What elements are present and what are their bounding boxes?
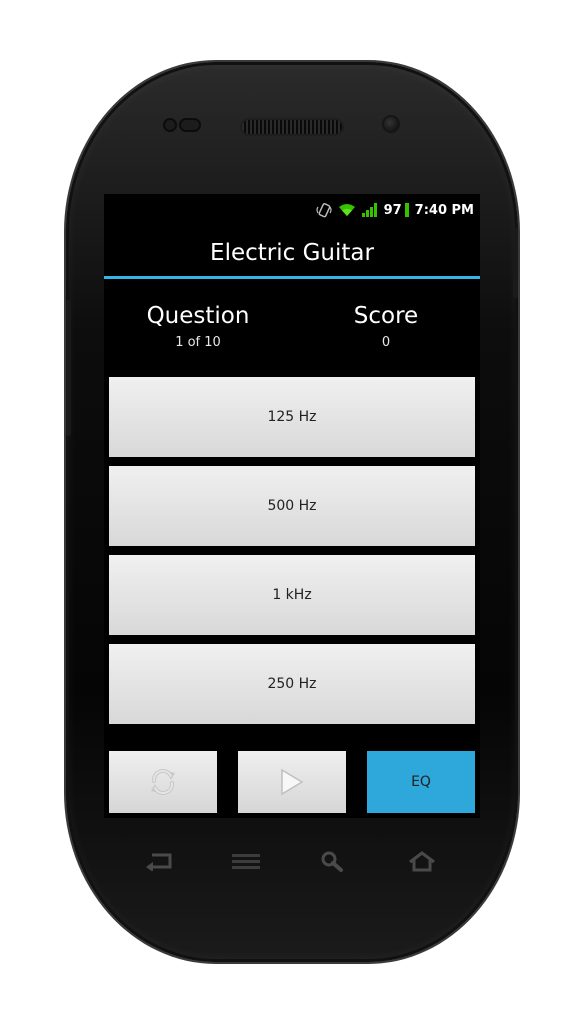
title-divider [104, 276, 480, 279]
proximity-sensor [165, 120, 175, 130]
front-camera [384, 117, 398, 131]
refresh-icon [151, 769, 175, 795]
light-sensor [181, 120, 199, 130]
status-bar: 97 7:40 PM [104, 194, 480, 224]
app-screen: 97 7:40 PM Electric Guitar Question 1 of… [104, 194, 480, 818]
score-panel: Score 0 [292, 302, 480, 352]
question-value: 1 of 10 [175, 335, 221, 350]
menu-key[interactable] [228, 848, 264, 874]
back-key[interactable] [141, 848, 177, 874]
answer-button-2[interactable]: 500 Hz [109, 466, 475, 546]
vibrate-icon [315, 203, 332, 218]
play-button[interactable] [238, 751, 346, 813]
answer-button-4[interactable]: 250 Hz [109, 644, 475, 724]
question-panel: Question 1 of 10 [104, 302, 292, 352]
play-icon [281, 768, 304, 796]
eq-button[interactable]: EQ [367, 751, 475, 813]
signal-icon [361, 203, 377, 217]
score-label: Score [353, 303, 419, 329]
answer-button-1[interactable]: 125 Hz [109, 377, 475, 457]
power-button [513, 228, 518, 298]
earpiece-speaker [242, 120, 342, 134]
battery-level: 97 [383, 202, 402, 218]
menu-icon [232, 854, 260, 869]
back-icon [146, 853, 172, 871]
question-label: Question [146, 303, 250, 329]
answer-button-3[interactable]: 1 kHz [109, 555, 475, 635]
page-title: Electric Guitar [210, 240, 374, 266]
battery-indicator: 97 [384, 203, 409, 218]
navigation-keys [104, 838, 480, 886]
search-key[interactable] [314, 848, 350, 874]
battery-icon [404, 203, 409, 217]
search-icon [321, 851, 343, 872]
volume-button [66, 300, 71, 436]
home-icon [409, 851, 435, 872]
score-value: 0 [381, 335, 391, 350]
status-icons: 97 7:40 PM [315, 201, 474, 219]
clock: 7:40 PM [414, 202, 474, 218]
wifi-icon [338, 204, 355, 216]
home-key[interactable] [404, 848, 440, 874]
refresh-button[interactable] [109, 751, 217, 813]
